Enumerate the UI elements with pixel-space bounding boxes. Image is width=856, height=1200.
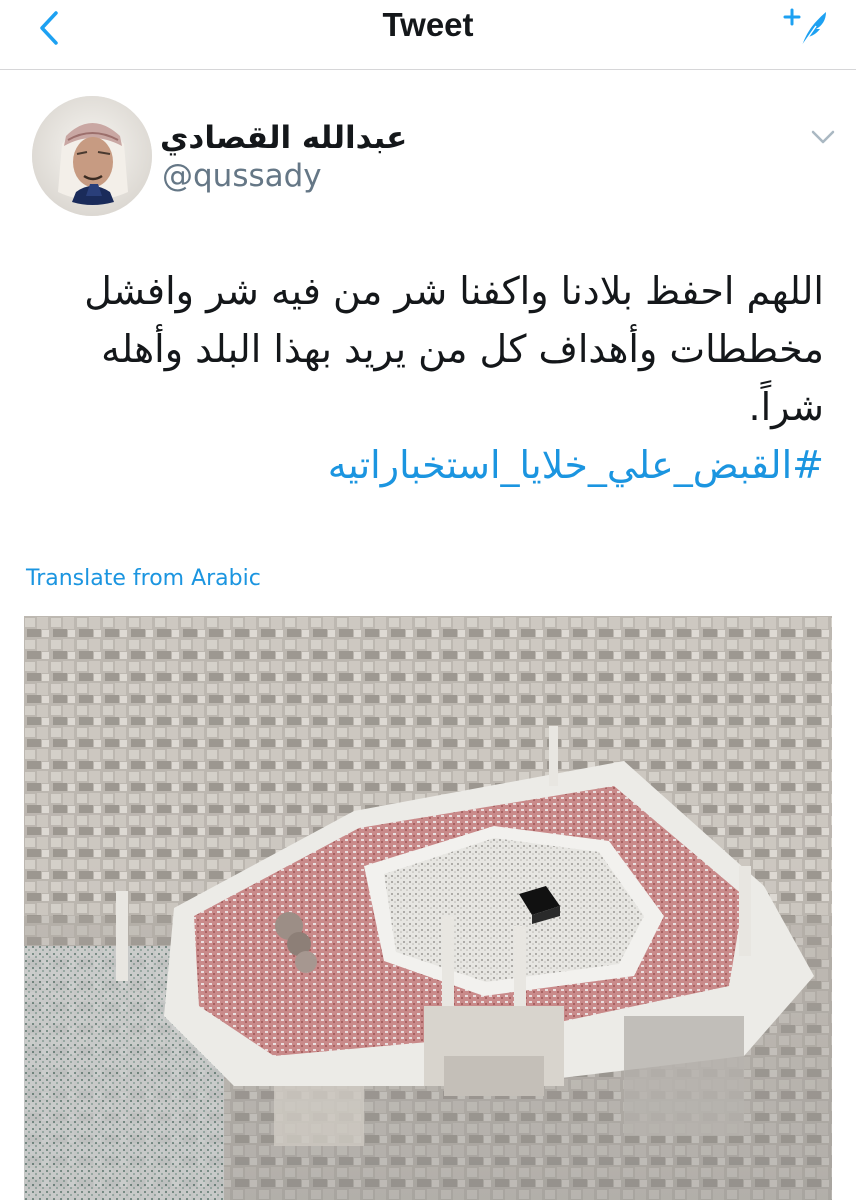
hashtag-link[interactable]: #القبض_علي_خلايا_استخباراتيه — [28, 436, 824, 494]
tweet-photo[interactable] — [24, 616, 832, 1200]
chevron-down-icon — [811, 130, 835, 144]
compose-tweet-button[interactable] — [782, 4, 834, 50]
tweet-options-button[interactable] — [806, 124, 840, 150]
compose-tweet-icon — [783, 8, 826, 47]
navigation-bar: Tweet — [0, 0, 856, 70]
author-display-name[interactable]: عبدالله القصادي — [160, 120, 407, 156]
tweet-body: اللهم احفظ بلادنا واكفنا شر من فيه شر وا… — [28, 262, 824, 494]
photo-mecca-grand-mosque — [24, 616, 832, 1200]
tweet-text: اللهم احفظ بلادنا واكفنا شر من فيه شر وا… — [84, 269, 824, 429]
avatar[interactable] — [32, 96, 152, 216]
author-handle[interactable]: @qussady — [162, 158, 322, 194]
translate-link[interactable]: Translate from Arabic — [26, 566, 261, 591]
page-title: Tweet — [382, 6, 474, 43]
avatar-image — [32, 96, 152, 216]
